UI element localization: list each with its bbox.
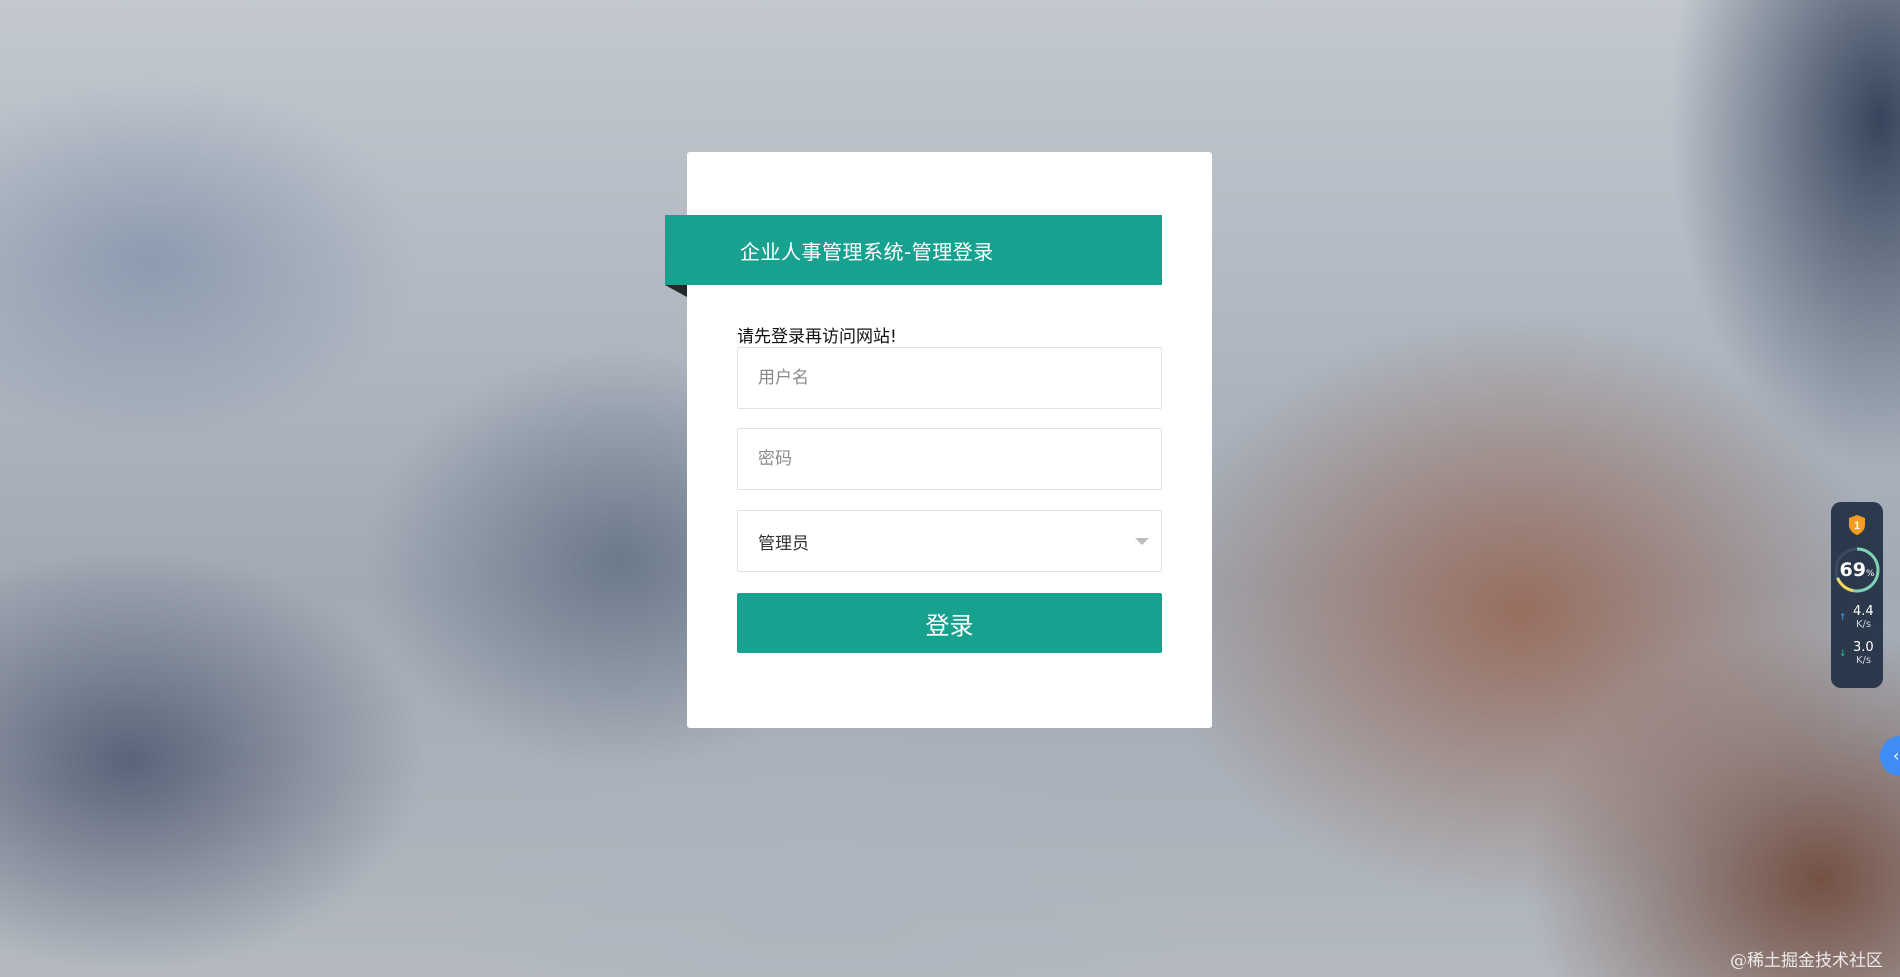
usage-percent: 69% bbox=[1831, 561, 1883, 583]
caret-down-icon bbox=[1135, 538, 1149, 545]
up-arrow-icon: ↑ bbox=[1839, 613, 1847, 623]
shield-badge: 1 bbox=[1854, 520, 1860, 532]
watermark: @稀土掘金技术社区 bbox=[1730, 951, 1883, 971]
download-rate-unit: K/s bbox=[1856, 655, 1872, 666]
title-ribbon: 企业人事管理系统-管理登录 bbox=[665, 215, 1162, 285]
login-button[interactable]: 登录 bbox=[737, 593, 1162, 653]
password-input[interactable] bbox=[737, 428, 1162, 490]
username-input[interactable] bbox=[737, 347, 1162, 409]
upload-rate-unit: K/s bbox=[1856, 619, 1872, 630]
login-title: 企业人事管理系统-管理登录 bbox=[740, 239, 994, 264]
chevron-left-icon: ‹ bbox=[1893, 746, 1900, 765]
login-notice: 请先登录再访问网站! bbox=[737, 327, 897, 347]
down-arrow-icon: ↓ bbox=[1839, 649, 1847, 659]
shield-icon: 1 bbox=[1849, 515, 1865, 535]
usage-percent-unit: % bbox=[1865, 569, 1875, 579]
usage-percent-value: 69 bbox=[1839, 559, 1866, 581]
role-select-value: 管理员 bbox=[758, 533, 809, 554]
ribbon-fold-shadow bbox=[665, 285, 687, 297]
role-select[interactable]: 管理员 bbox=[737, 510, 1162, 572]
download-rate-value: 3.0 bbox=[1853, 640, 1874, 655]
login-panel: 企业人事管理系统-管理登录 请先登录再访问网站! 管理员 登录 bbox=[665, 152, 1212, 728]
upload-rate-value: 4.4 bbox=[1853, 604, 1874, 619]
